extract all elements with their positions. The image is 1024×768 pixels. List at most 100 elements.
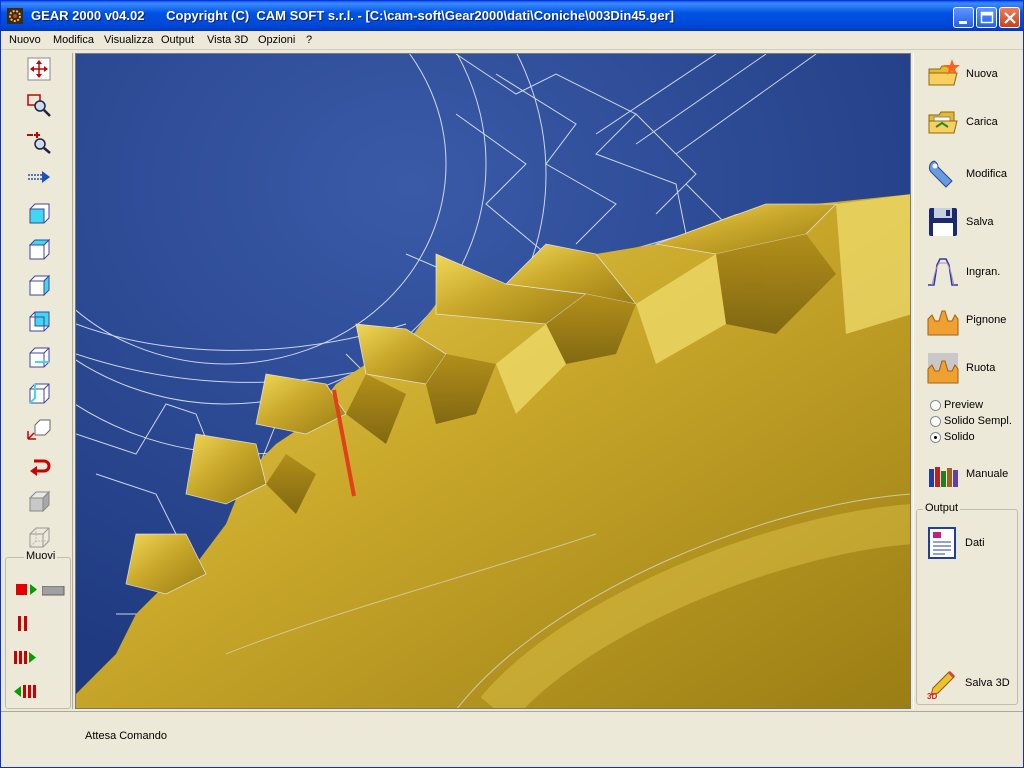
zoom-in-out-button[interactable]	[25, 127, 53, 155]
move-view-button[interactable]	[25, 55, 53, 83]
command-panel: Nuova Carica Modifica Salva Ingran. Pign…	[913, 53, 1019, 709]
radio-indicator	[930, 416, 941, 427]
title-bar[interactable]: GEAR 2000 v04.02 Copyright (C) CAM SOFT …	[1, 1, 1023, 31]
menu-nuovo[interactable]: Nuovo	[9, 34, 41, 46]
nuova-button[interactable]: Nuova	[924, 53, 1018, 93]
pan-right-icon	[28, 171, 50, 183]
mode-solido-sempl-label: Solido Sempl.	[944, 415, 1012, 427]
wireframe-box-button[interactable]	[25, 523, 53, 551]
dati-button[interactable]: Dati	[923, 522, 1017, 562]
wireframe-box-icon	[29, 527, 50, 548]
zoom-window-icon	[27, 94, 51, 117]
report-icon	[928, 527, 956, 559]
record-play-button[interactable]	[14, 580, 42, 600]
pignone-button[interactable]: Pignone	[924, 299, 1018, 339]
output-group: Output Dati 3D Salva 3D	[916, 502, 1018, 705]
salva-button[interactable]: Salva	[924, 201, 1018, 241]
modifica-label: Modifica	[966, 168, 1007, 180]
pignone-label: Pignone	[966, 314, 1007, 326]
pause-button[interactable]	[14, 614, 42, 634]
status-text: Attesa Comando	[85, 730, 167, 742]
wrench-icon	[928, 160, 953, 188]
svg-text:3D: 3D	[927, 692, 937, 700]
modifica-button[interactable]: Modifica	[924, 153, 1018, 193]
view-iso1-button[interactable]	[25, 307, 53, 335]
view-iso2-button[interactable]	[25, 343, 53, 371]
view-right-icon	[28, 274, 51, 297]
gear-profile-icon	[928, 258, 958, 286]
3d-viewport[interactable]	[75, 53, 911, 709]
salva-label: Salva	[966, 216, 994, 228]
radio-indicator	[930, 432, 941, 443]
pencil-3d-icon: 3D	[927, 670, 956, 700]
undo-view-icon	[30, 459, 51, 476]
pan-right-button[interactable]	[25, 163, 53, 191]
output-label: Output	[923, 502, 961, 514]
view-iso3-button[interactable]	[25, 379, 53, 407]
menu-visualizza[interactable]: Visualizza	[104, 34, 153, 46]
ruota-label: Ruota	[966, 362, 996, 374]
view-iso1-icon	[29, 311, 50, 332]
play-backward-icon	[14, 685, 36, 698]
wheel-icon	[927, 353, 959, 384]
salva-3d-button[interactable]: 3D Salva 3D	[923, 662, 1017, 702]
rotate-axes-button[interactable]	[25, 415, 53, 443]
ingran-button[interactable]: Ingran.	[924, 251, 1018, 291]
view-iso2-icon	[29, 347, 50, 368]
play-forward-icon	[14, 651, 36, 664]
nuova-label: Nuova	[966, 68, 998, 80]
books-icon	[929, 467, 958, 487]
view-right-button[interactable]	[25, 271, 53, 299]
status-bar: Attesa Comando	[1, 711, 1023, 767]
menu-modifica[interactable]: Modifica	[53, 34, 94, 46]
mode-solido-sempl-radio[interactable]: Solido Sempl.	[930, 415, 1020, 429]
move-view-icon	[27, 57, 51, 81]
pinion-icon	[927, 310, 959, 336]
gear-app-icon	[7, 8, 23, 24]
zoom-in-out-icon	[27, 132, 51, 154]
animation-slider[interactable]	[41, 585, 66, 596]
close-button[interactable]	[999, 7, 1020, 28]
ruota-button[interactable]: Ruota	[924, 347, 1018, 387]
dati-label: Dati	[965, 537, 985, 549]
manuale-button[interactable]: Manuale	[924, 453, 1018, 493]
record-play-icon	[16, 584, 37, 595]
menu-help[interactable]: ?	[306, 34, 312, 46]
maximize-button[interactable]	[976, 7, 997, 28]
menu-opzioni[interactable]: Opzioni	[258, 34, 295, 46]
ingran-label: Ingran.	[966, 266, 1001, 278]
close-icon	[1004, 12, 1016, 24]
zoom-window-button[interactable]	[25, 91, 53, 119]
mode-solido-label: Solido	[944, 431, 975, 443]
window-title: GEAR 2000 v04.02 Copyright (C) CAM SOFT …	[31, 8, 674, 23]
shaded-box-button[interactable]	[25, 487, 53, 515]
mode-preview-radio[interactable]: Preview	[930, 399, 1020, 413]
menu-vista-3d[interactable]: Vista 3D	[207, 34, 248, 46]
view-iso3-icon	[29, 383, 50, 404]
salva-3d-label: Salva 3D	[965, 677, 1010, 689]
mode-preview-label: Preview	[944, 399, 984, 411]
play-forward-button[interactable]	[12, 648, 40, 668]
maximize-icon	[980, 11, 994, 24]
minimize-icon	[959, 21, 967, 24]
radio-indicator	[930, 400, 941, 411]
application-window: GEAR 2000 v04.02 Copyright (C) CAM SOFT …	[0, 0, 1024, 768]
minimize-button[interactable]	[953, 7, 974, 28]
carica-button[interactable]: Carica	[924, 101, 1018, 141]
bevel-gear-render	[76, 54, 910, 708]
rotate-axes-icon	[27, 419, 51, 440]
undo-view-button[interactable]	[25, 451, 53, 479]
view-top-button[interactable]	[25, 235, 53, 263]
menu-output[interactable]: Output	[161, 34, 194, 46]
shaded-box-icon	[28, 490, 51, 513]
pause-icon	[18, 616, 27, 631]
open-folder-icon	[928, 111, 958, 134]
manuale-label: Manuale	[966, 468, 1009, 480]
floppy-disk-icon	[929, 208, 957, 236]
view-front-button[interactable]	[25, 199, 53, 227]
view-top-icon	[28, 238, 51, 260]
mode-solido-radio[interactable]: Solido	[930, 431, 1020, 445]
view-front-icon	[29, 203, 50, 224]
play-backward-button[interactable]	[12, 682, 40, 702]
new-folder-icon	[928, 59, 960, 86]
